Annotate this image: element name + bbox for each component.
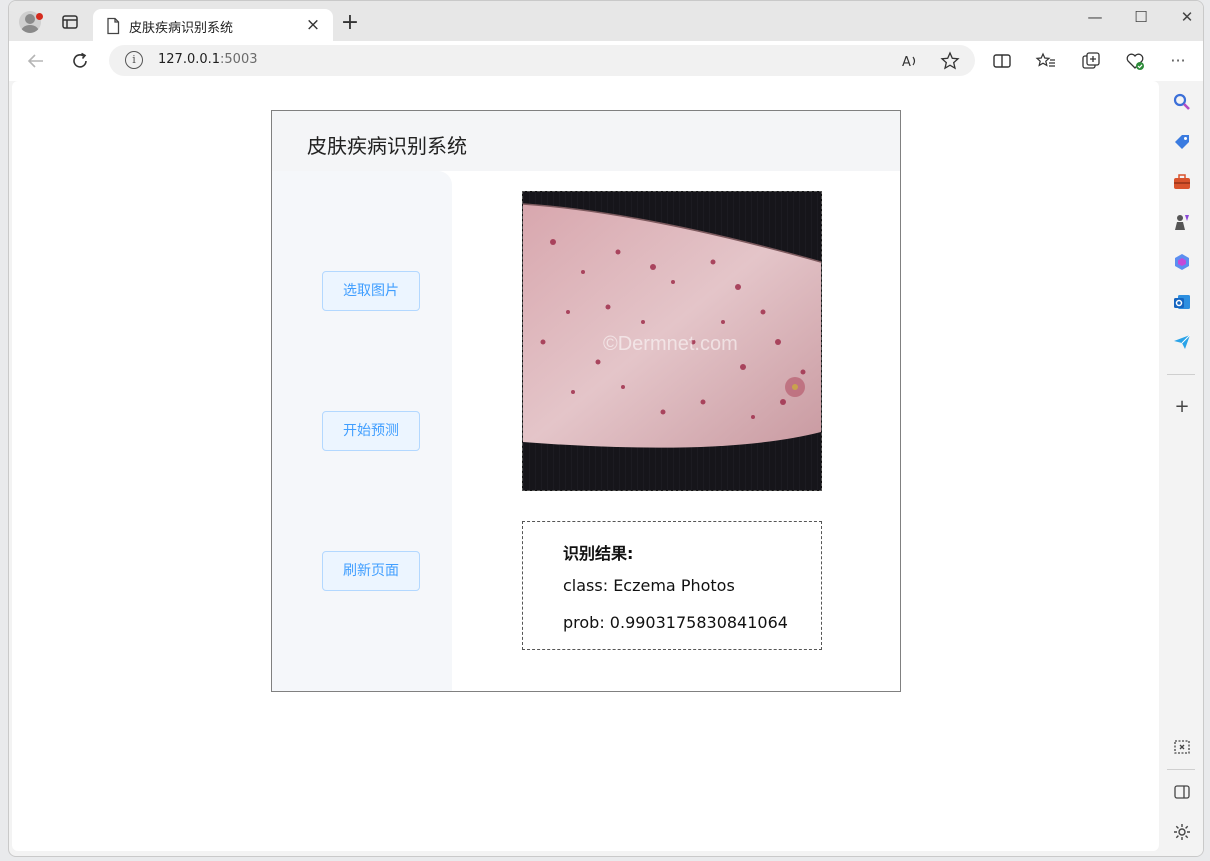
split-screen-icon[interactable] <box>991 50 1013 72</box>
tab-close-icon[interactable]: × <box>303 15 323 35</box>
tab-actions-icon[interactable] <box>59 11 81 33</box>
shopping-icon[interactable] <box>1172 132 1192 152</box>
tab-title: 皮肤疾病识别系统 <box>129 21 234 36</box>
notification-dot <box>36 13 43 20</box>
page-icon <box>105 17 121 35</box>
select-image-button[interactable]: 选取图片 <box>322 271 420 311</box>
sidebar-toggle-icon[interactable] <box>1172 782 1192 802</box>
back-icon[interactable] <box>25 50 47 72</box>
url-port: :5003 <box>220 52 258 67</box>
close-window-button[interactable]: ✕ <box>1175 7 1199 27</box>
screenshot-icon[interactable] <box>1172 737 1192 757</box>
read-aloud-icon[interactable]: A <box>899 50 921 72</box>
new-tab-button[interactable]: + <box>339 12 361 35</box>
send-icon[interactable] <box>1172 332 1192 352</box>
result-panel: 识别结果: class: Eczema Photos prob: 0.99031… <box>522 521 822 650</box>
preview-image: ©Dermnet.com <box>522 191 822 491</box>
edge-sidebar: + <box>1159 81 1203 856</box>
tab-strip: 皮肤疾病识别系统 × + — ☐ ✕ <box>9 1 1203 42</box>
browser-window: 皮肤疾病识别系统 × + — ☐ ✕ i 127.0.0.1:5003 A ··… <box>8 0 1204 857</box>
browser-essentials-icon[interactable] <box>1124 50 1146 72</box>
more-icon[interactable]: ··· <box>1167 50 1189 72</box>
sidebar-divider-bottom <box>1167 769 1195 770</box>
reload-icon[interactable] <box>69 50 91 72</box>
add-icon[interactable]: + <box>1170 395 1194 419</box>
favorite-icon[interactable] <box>939 50 961 72</box>
url-host: 127.0.0.1 <box>158 52 221 67</box>
copilot-icon[interactable] <box>1172 252 1192 272</box>
active-tab[interactable]: 皮肤疾病识别系统 × <box>93 9 333 42</box>
skin-lesion-image: ©Dermnet.com <box>523 192 821 490</box>
games-icon[interactable] <box>1172 212 1192 232</box>
result-prob: prob: 0.9903175830841064 <box>563 613 788 632</box>
info-icon[interactable]: i <box>125 51 143 69</box>
app-side-panel: 选取图片 开始预测 刷新页面 <box>272 171 452 691</box>
page-title: 皮肤疾病识别系统 <box>307 134 467 158</box>
search-icon[interactable] <box>1172 92 1192 112</box>
svg-text:A: A <box>902 55 911 70</box>
app-container: 皮肤疾病识别系统 选取图片 开始预测 刷新页面 ©Dermnet.com 识别结… <box>271 110 901 692</box>
page-content: 皮肤疾病识别系统 选取图片 开始预测 刷新页面 ©Dermnet.com 识别结… <box>12 81 1159 851</box>
result-class: class: Eczema Photos <box>563 576 735 595</box>
tools-icon[interactable] <box>1172 172 1192 192</box>
result-heading: 识别结果: <box>563 544 634 563</box>
image-watermark: ©Dermnet.com <box>603 333 738 355</box>
outlook-icon[interactable] <box>1172 292 1192 312</box>
address-bar[interactable]: i 127.0.0.1:5003 A <box>109 45 975 76</box>
favorites-icon[interactable] <box>1035 50 1057 72</box>
app-header: 皮肤疾病识别系统 <box>272 111 900 171</box>
start-predict-button[interactable]: 开始预测 <box>322 411 420 451</box>
refresh-page-button[interactable]: 刷新页面 <box>322 551 420 591</box>
navigation-bar: i 127.0.0.1:5003 A ··· <box>9 41 1203 81</box>
maximize-button[interactable]: ☐ <box>1129 7 1153 27</box>
settings-icon[interactable] <box>1172 822 1192 842</box>
url-text: 127.0.0.1:5003 <box>158 52 258 67</box>
minimize-button[interactable]: — <box>1083 7 1107 27</box>
sidebar-divider <box>1167 374 1195 375</box>
collections-icon[interactable] <box>1080 50 1102 72</box>
